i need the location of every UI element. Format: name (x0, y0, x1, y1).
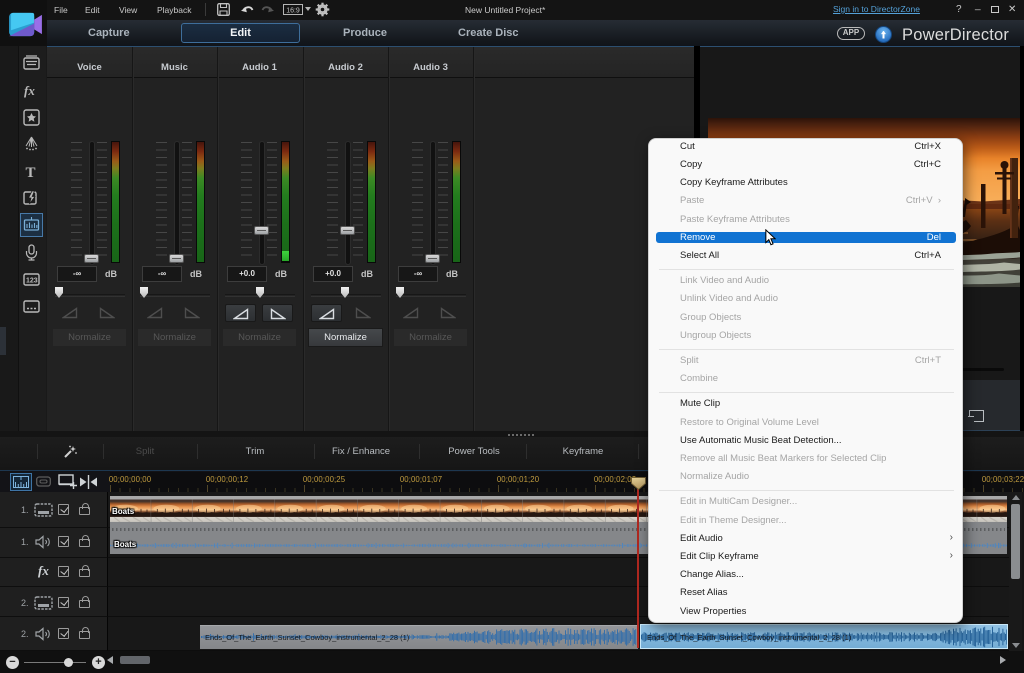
svg-text:fx: fx (24, 83, 35, 98)
svg-text:16:9: 16:9 (286, 8, 300, 15)
svg-text:T: T (26, 165, 36, 180)
svg-text:123: 123 (26, 278, 38, 285)
